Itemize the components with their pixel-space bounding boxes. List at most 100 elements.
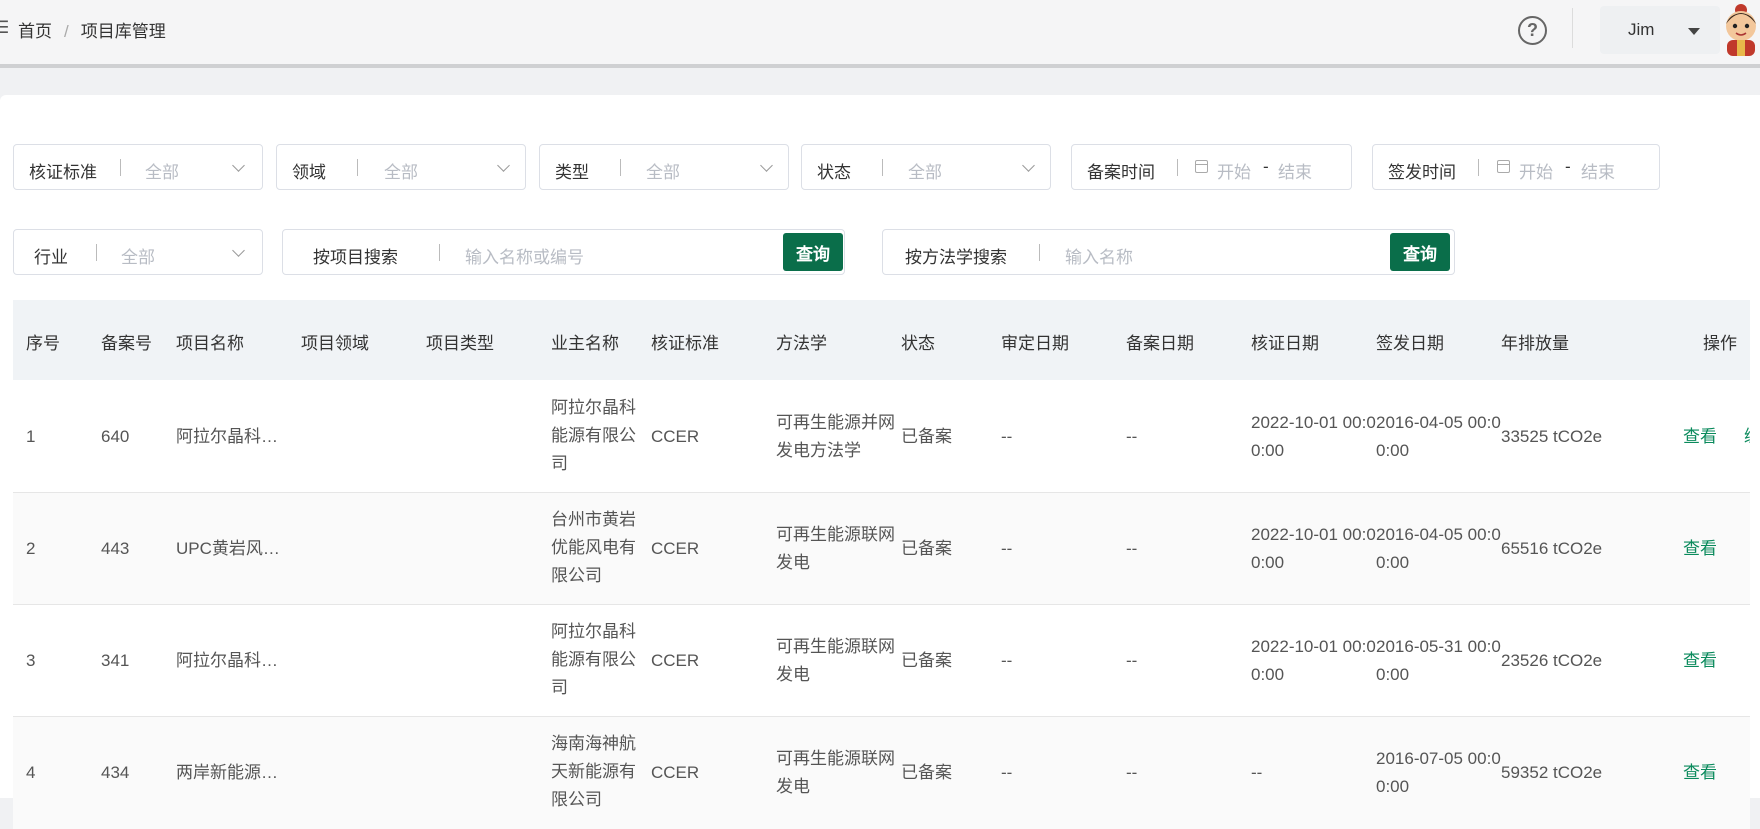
field-separator: [882, 159, 883, 176]
issue-end-placeholder[interactable]: 结束: [1581, 158, 1615, 183]
cell-issue-date: 2016-04-05 00:00:00: [1376, 413, 1501, 460]
cell-filing-date: --: [1126, 763, 1138, 782]
method-search: 按方法学搜索 输入名称 查询: [882, 229, 1455, 275]
menu-fold-icon[interactable]: ☰: [0, 18, 9, 38]
domain-select[interactable]: 领域 全部: [276, 144, 526, 190]
method-search-button[interactable]: 查询: [1390, 233, 1450, 271]
method-search-label: 按方法学搜索: [905, 248, 1007, 267]
project-search: 按项目搜索 输入名称或编号 查询: [282, 229, 845, 275]
type-select[interactable]: 类型 全部: [539, 144, 789, 190]
cell-issue-date: 2016-04-05 00:00:00: [1376, 525, 1501, 572]
cell-status: 已备案: [901, 427, 952, 446]
status-select[interactable]: 状态 全部: [801, 144, 1051, 190]
cell-validation-date: --: [1001, 651, 1013, 670]
filing-end-placeholder[interactable]: 结束: [1278, 158, 1312, 183]
breadcrumb-separator: /: [64, 22, 69, 41]
cell-owner: 阿拉尔晶科能源有限公司: [551, 398, 636, 473]
cell-emission: 65516 tCO2e: [1501, 539, 1603, 558]
status-label: 状态: [817, 163, 851, 182]
breadcrumb: 首页 / 项目库管理: [18, 17, 166, 42]
breadcrumb-home[interactable]: 首页: [18, 22, 52, 41]
cell-project-name: 两岸新能源合…: [176, 763, 294, 782]
header-divider: [1572, 8, 1573, 48]
chevron-down-icon: [232, 159, 245, 172]
top-header: ☰ 首页 / 项目库管理 ? Jim: [0, 0, 1760, 64]
cell-status: 已备案: [901, 539, 952, 558]
status-value: 全部: [908, 163, 942, 182]
cell-validation-date: --: [1001, 539, 1013, 558]
chevron-down-icon: [1022, 159, 1035, 172]
industry-select[interactable]: 行业 全部: [13, 229, 263, 275]
cell-filing-no: 443: [101, 539, 130, 558]
domain-value: 全部: [384, 163, 418, 182]
cell-emission: 33525 tCO2e: [1501, 427, 1603, 446]
avatar[interactable]: [1716, 2, 1760, 56]
project-search-input[interactable]: 输入名称或编号: [465, 243, 584, 268]
help-icon[interactable]: ?: [1518, 16, 1547, 45]
cell-project-name: UPC黄岩风…: [176, 539, 280, 558]
cell-owner: 海南海神航天新能源有限公司: [551, 734, 636, 809]
cell-validation-date: --: [1001, 427, 1013, 446]
cell-filing-no: 640: [101, 427, 130, 446]
view-link[interactable]: 查看: [1683, 423, 1717, 451]
view-link[interactable]: 查看: [1683, 647, 1717, 675]
cell-standard: CCER: [651, 651, 700, 670]
col-owner: 业主名称: [551, 334, 619, 353]
cell-verification-date: --: [1251, 763, 1263, 782]
cell-method: 可再生能源联网发电: [776, 749, 895, 796]
cell-status: 已备案: [901, 651, 952, 670]
user-name: Jim: [1628, 20, 1655, 39]
action-link-cut[interactable]: 编: [1744, 423, 1750, 451]
col-index: 序号: [26, 334, 60, 353]
range-separator: -: [1565, 157, 1571, 176]
caret-down-icon: [1688, 28, 1700, 35]
field-separator: [1039, 244, 1040, 261]
col-project-type: 项目类型: [426, 334, 494, 353]
issue-time-label: 签发时间: [1388, 163, 1456, 182]
cell-project-name: 阿拉尔晶科二…: [176, 427, 294, 446]
type-label: 类型: [555, 163, 589, 182]
standard-value: 全部: [145, 163, 179, 182]
industry-value: 全部: [121, 248, 155, 267]
issue-start-placeholder[interactable]: 开始: [1519, 158, 1553, 183]
industry-label: 行业: [34, 248, 68, 267]
filing-start-placeholder[interactable]: 开始: [1217, 158, 1251, 183]
cell-project-name: 阿拉尔晶科能…: [176, 651, 294, 670]
cell-index: 1: [26, 427, 36, 446]
calendar-icon: [1497, 160, 1510, 173]
field-separator: [1478, 159, 1479, 176]
table-row: 3 341 阿拉尔晶科能… 阿拉尔晶科能源有限公司 CCER 可再生能源联网发电…: [13, 605, 1750, 717]
cell-method: 可再生能源并网发电方法学: [776, 413, 895, 460]
cell-filing-date: --: [1126, 539, 1138, 558]
issue-time-range[interactable]: 签发时间 开始 - 结束: [1372, 144, 1660, 190]
cell-validation-date: --: [1001, 763, 1013, 782]
range-separator: -: [1263, 157, 1269, 176]
cell-status: 已备案: [901, 763, 952, 782]
cell-index: 2: [26, 539, 36, 558]
cell-issue-date: 2016-07-05 00:00:00: [1376, 749, 1501, 796]
cell-emission: 59352 tCO2e: [1501, 763, 1603, 782]
col-validation-date: 审定日期: [1001, 334, 1069, 353]
cell-emission: 23526 tCO2e: [1501, 651, 1603, 670]
field-separator: [120, 159, 121, 176]
col-filing-no: 备案号: [101, 334, 152, 353]
project-search-label: 按项目搜索: [313, 248, 398, 267]
standard-select[interactable]: 核证标准 全部: [13, 144, 263, 190]
col-issue-date: 签发日期: [1376, 334, 1444, 353]
view-link[interactable]: 查看: [1683, 535, 1717, 563]
cell-owner: 阿拉尔晶科能源有限公司: [551, 622, 636, 697]
view-link[interactable]: 查看: [1683, 759, 1717, 787]
cell-method: 可再生能源联网发电: [776, 637, 895, 684]
domain-label: 领域: [292, 163, 326, 182]
breadcrumb-current: 项目库管理: [80, 22, 166, 41]
cell-filing-no: 434: [101, 763, 130, 782]
filing-time-range[interactable]: 备案时间 开始 - 结束: [1071, 144, 1352, 190]
method-search-input[interactable]: 输入名称: [1065, 243, 1133, 268]
user-menu[interactable]: Jim: [1600, 6, 1720, 54]
header-separator: [0, 64, 1760, 68]
cell-standard: CCER: [651, 539, 700, 558]
table-row: 4 434 两岸新能源合… 海南海神航天新能源有限公司 CCER 可再生能源联网…: [13, 717, 1750, 829]
project-search-button[interactable]: 查询: [783, 233, 843, 271]
type-value: 全部: [646, 163, 680, 182]
field-separator: [620, 159, 621, 176]
